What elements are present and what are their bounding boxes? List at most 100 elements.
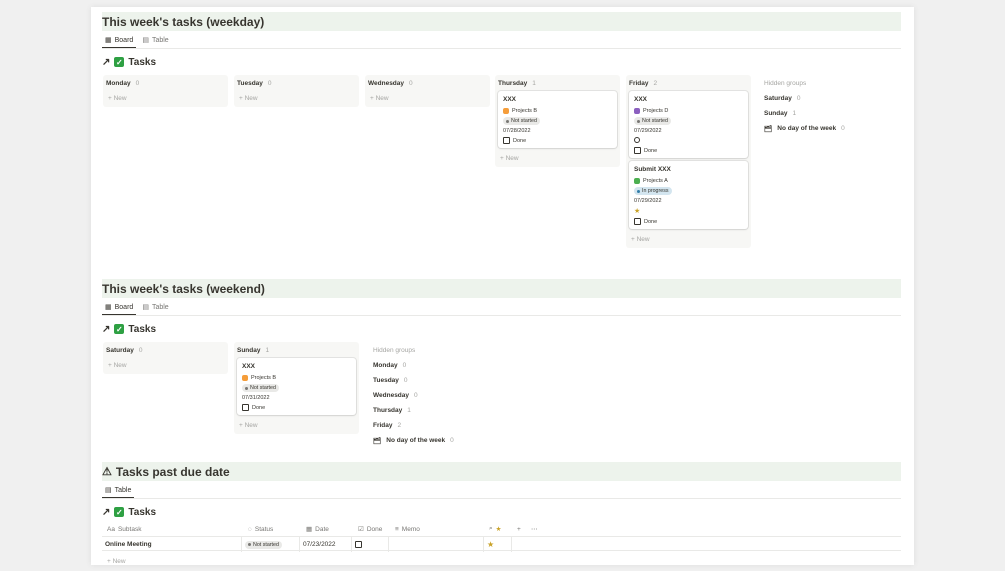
add-column-button[interactable]: +	[517, 523, 521, 535]
column-header-star[interactable]: ⌕ ★	[489, 523, 501, 535]
status-icon: ◌	[248, 525, 252, 533]
status-badge: In progress	[634, 187, 672, 195]
board-icon: ▦	[105, 37, 112, 44]
past-due-section: ⚠ Tasks past due date ▤ Table ↗ ✓ Tasks Aa…	[102, 462, 901, 571]
hidden-groups: Hidden groups Monday 0 Tuesday 0 Wednesday…	[373, 342, 454, 448]
status-badge: Not started	[242, 384, 279, 392]
new-row-button[interactable]: + New	[102, 554, 131, 570]
hidden-group[interactable]: Tuesday 0	[373, 373, 454, 388]
hidden-group[interactable]: Thursday 1	[373, 403, 454, 418]
task-card[interactable]: XXX Projects B Not started 07/31/2022 Do…	[237, 358, 356, 415]
column-wednesday: Wednesday 0 + New	[365, 75, 490, 107]
done-checkbox[interactable]	[242, 404, 249, 411]
inbox-icon: 🗂	[373, 437, 382, 445]
done-checkbox[interactable]	[634, 218, 641, 225]
checkmark-icon: ✓	[114, 507, 125, 517]
text-icon: Aa	[107, 525, 115, 533]
column-sunday: Sunday 1 XXX Projects B Not started 07/31…	[234, 342, 359, 434]
column-friday: Friday 2 XXX Projects D Not started 07/29…	[626, 75, 751, 248]
past-due-table: Aa Subtask ◌ Status ▦ Date ☑ Done ≡ Memo ⌕ ★ +…	[102, 523, 901, 571]
new-card-button[interactable]: + New	[234, 91, 359, 107]
inbox-icon: 🗂	[764, 125, 773, 133]
tab-table[interactable]: ▤ Table	[139, 36, 171, 48]
linked-db-title[interactable]: ↗ ✓ Tasks	[102, 318, 901, 340]
past-due-heading: ⚠ Tasks past due date	[102, 462, 901, 481]
calendar-icon: ▦	[306, 526, 313, 533]
tab-table[interactable]: ▤ Table	[102, 486, 135, 498]
tab-table[interactable]: ▤ Table	[139, 303, 171, 315]
more-options-button[interactable]: ⋯	[531, 523, 538, 535]
column-saturday: Saturday 0 + New	[103, 342, 228, 374]
table-row[interactable]: Online Meeting Not started 07/23/2022 ★	[102, 536, 901, 552]
column-tuesday: Tuesday 0 + New	[234, 75, 359, 107]
link-arrow-icon: ↗	[102, 506, 111, 518]
tab-board[interactable]: ▦ Board	[102, 36, 137, 48]
new-card-button[interactable]: + New	[626, 232, 751, 248]
column-thursday: Thursday 1 XXX Projects B Not started 07/…	[495, 75, 620, 167]
weekday-heading: This week's tasks (weekday)	[102, 12, 901, 31]
table-icon: ▤	[142, 304, 149, 311]
task-card[interactable]: XXX Projects B Not started 07/28/2022 Do…	[498, 91, 617, 148]
task-card[interactable]: XXX Projects D Not started 07/29/2022 Do…	[629, 91, 748, 158]
weekday-board: Monday 0 + New Tuesday 0 + New Wednesday 0 …	[102, 75, 901, 275]
board-icon: ▦	[105, 304, 112, 311]
linked-db-title[interactable]: ↗ ✓ Tasks	[102, 501, 901, 523]
new-card-button[interactable]: + New	[234, 418, 359, 434]
checkbox-icon: ☑	[358, 526, 364, 533]
page: This week's tasks (weekday) ▦ Board ▤ Tabl…	[91, 7, 914, 565]
link-arrow-icon: ↗	[102, 323, 111, 335]
hidden-group[interactable]: Wednesday 0	[373, 388, 454, 403]
past-due-view-tabs: ▤ Table	[102, 481, 901, 499]
new-card-button[interactable]: + New	[365, 91, 490, 107]
star-icon: ★	[634, 208, 641, 215]
done-checkbox[interactable]	[503, 137, 510, 144]
plus-icon: +	[517, 525, 521, 533]
checkmark-icon: ✓	[114, 324, 125, 334]
column-monday: Monday 0 + New	[103, 75, 228, 107]
star-icon: ★	[495, 526, 502, 533]
hidden-group[interactable]: 🗂 No day of the week 0	[373, 433, 454, 448]
column-header-date[interactable]: ▦ Date	[306, 523, 329, 535]
hidden-group[interactable]: Saturday 0	[764, 91, 845, 106]
status-badge: Not started	[245, 540, 282, 549]
checkmark-icon: ✓	[114, 57, 125, 67]
search-icon: ⌕	[489, 525, 493, 532]
column-header-subtask[interactable]: Aa Subtask	[107, 523, 141, 535]
project-icon	[634, 178, 640, 184]
new-card-button[interactable]: + New	[103, 91, 228, 107]
project-icon	[634, 108, 640, 114]
table-icon: ▤	[142, 37, 149, 44]
weekend-board: Saturday 0 + New Sunday 1 XXX Projects B N…	[102, 342, 901, 452]
hidden-group[interactable]: 🗂 No day of the week 0	[764, 121, 845, 136]
project-icon	[242, 375, 248, 381]
project-icon	[503, 108, 509, 114]
linked-db-title[interactable]: ↗ ✓ Tasks	[102, 51, 901, 73]
tab-board[interactable]: ▦ Board	[102, 303, 137, 315]
link-arrow-icon: ↗	[102, 56, 111, 68]
circle-icon	[634, 137, 640, 143]
table-icon: ▤	[105, 487, 112, 494]
new-card-button[interactable]: + New	[103, 358, 228, 374]
status-badge: Not started	[634, 117, 671, 125]
ellipsis-icon: ⋯	[531, 526, 538, 533]
column-header-status[interactable]: ◌ Status	[248, 523, 273, 535]
star-icon: ★	[487, 540, 495, 549]
warning-icon: ⚠	[102, 466, 112, 478]
status-badge: Not started	[503, 117, 540, 125]
done-checkbox[interactable]	[355, 541, 362, 548]
column-header-done[interactable]: ☑ Done	[358, 523, 382, 535]
new-card-button[interactable]: + New	[495, 151, 620, 167]
column-header-memo[interactable]: ≡ Memo	[395, 523, 420, 535]
hidden-group[interactable]: Friday 2	[373, 418, 454, 433]
hidden-group[interactable]: Sunday 1	[764, 106, 845, 121]
hidden-groups: Hidden groups Saturday 0 Sunday 1 🗂 No day …	[764, 75, 845, 136]
done-checkbox[interactable]	[634, 147, 641, 154]
weekend-heading: This week's tasks (weekend)	[102, 279, 901, 298]
memo-cell[interactable]	[389, 537, 484, 552]
hidden-group[interactable]: Monday 0	[373, 358, 454, 373]
weekday-section: This week's tasks (weekday) ▦ Board ▤ Tabl…	[102, 12, 901, 275]
weekday-view-tabs: ▦ Board ▤ Table	[102, 31, 901, 49]
weekend-view-tabs: ▦ Board ▤ Table	[102, 298, 901, 316]
task-card[interactable]: Submit XXX Projects A In progress 07/29/…	[629, 161, 748, 229]
weekend-section: This week's tasks (weekend) ▦ Board ▤ Tabl…	[102, 279, 901, 452]
